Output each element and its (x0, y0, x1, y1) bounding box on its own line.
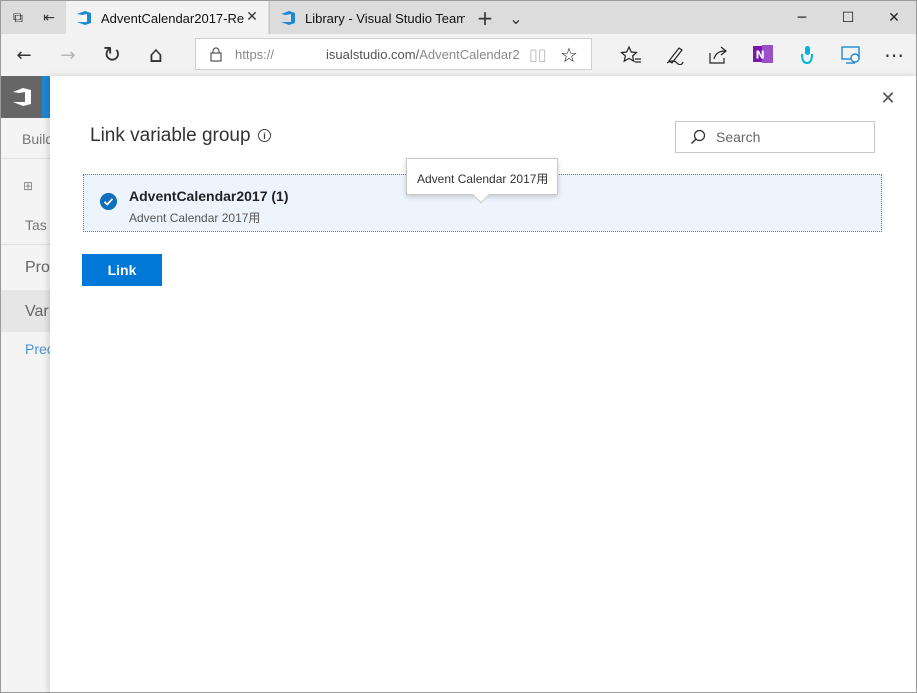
task-group-icon: ⊞ (23, 179, 34, 193)
url-text: isualstudio.com/AdventCalendar20 (326, 47, 520, 62)
tab-preview-icon[interactable]: ⧉ (8, 8, 28, 28)
url-prefix: https:// (235, 47, 275, 62)
divider (1, 244, 50, 245)
link-variable-group-panel: ✕ Link variable group i AdventCalendar20… (50, 76, 917, 693)
svg-text:N: N (756, 49, 765, 62)
description-tooltip: Advent Calendar 2017用 (406, 158, 558, 204)
search-input[interactable] (716, 127, 866, 147)
divider (1, 158, 50, 159)
tab-list-chevron-icon[interactable]: ⌄ (506, 8, 526, 28)
header-accent-stripe (42, 76, 50, 118)
onenote-icon[interactable]: N (752, 43, 774, 65)
tab-title: Library - Visual Studio Team (305, 10, 465, 26)
link-button[interactable]: Link (82, 254, 162, 286)
nav-build[interactable]: Build (22, 131, 50, 147)
nav-task-groups[interactable]: Tas (25, 217, 47, 233)
extension-screen-icon[interactable] (840, 44, 862, 66)
nav-preview-link[interactable]: Prec (25, 341, 50, 357)
refresh-button[interactable]: ↻ (96, 40, 128, 70)
nav-variables[interactable]: Var (25, 303, 49, 321)
url-path: AdventCalendar20 (419, 47, 520, 62)
back-button[interactable]: ← (8, 40, 40, 70)
panel-title: Link variable group (90, 125, 251, 146)
visual-studio-team-services-icon (77, 11, 91, 25)
new-tab-button[interactable]: + (475, 6, 495, 30)
tooltip-text: Advent Calendar 2017用 (417, 172, 549, 186)
tab-adventcalendar[interactable]: AdventCalendar2017-Re ✕ (66, 1, 268, 35)
variable-group-name: AdventCalendar2017 (1) (129, 188, 289, 204)
url-domain: isualstudio.com/ (326, 47, 420, 62)
underlying-page-sidebar: Build ⊞ Tas Pro Var Prec (0, 76, 50, 693)
tab-close-icon[interactable]: ✕ (244, 9, 260, 25)
favorite-star-icon[interactable]: ☆ (560, 43, 578, 67)
web-note-pen-icon[interactable] (665, 45, 685, 65)
browser-nav-bar: ← → ↻ ⌂ https:// isualstudio.com/AdventC… (0, 34, 917, 76)
forward-button[interactable]: → (52, 40, 84, 70)
search-icon (690, 129, 706, 145)
tab-library[interactable]: Library - Visual Studio Team (269, 1, 469, 35)
selected-check-icon[interactable] (100, 193, 117, 210)
search-box[interactable] (675, 121, 875, 153)
favorites-hub-icon[interactable] (620, 45, 642, 65)
vsts-header (1, 76, 50, 118)
panel-close-icon[interactable]: ✕ (878, 88, 898, 109)
browser-tab-bar: ⧉ ⇤ AdventCalendar2017-Re ✕ Library - Vi… (0, 0, 917, 35)
minimize-button[interactable]: ─ (779, 1, 825, 34)
variable-group-description: Advent Calendar 2017用 (129, 211, 261, 225)
address-bar[interactable]: https:// isualstudio.com/AdventCalendar2… (195, 38, 592, 70)
settings-more-icon[interactable]: ⋯ (878, 40, 910, 70)
set-aside-tabs-icon[interactable]: ⇤ (39, 8, 59, 28)
share-icon[interactable] (707, 45, 729, 65)
reading-view-icon[interactable]: ▯▯ (529, 45, 547, 64)
vsts-logo-icon[interactable] (11, 87, 33, 107)
home-button[interactable]: ⌂ (140, 40, 172, 70)
window-close-button[interactable]: ✕ (871, 1, 917, 34)
visual-studio-team-services-icon (281, 11, 295, 25)
info-icon[interactable]: i (258, 129, 271, 142)
maximize-button[interactable]: ☐ (825, 1, 871, 34)
tab-title: AdventCalendar2017-Re (101, 10, 245, 26)
nav-projects[interactable]: Pro (25, 259, 50, 277)
lock-icon (210, 47, 222, 62)
extension-mouse-icon[interactable] (797, 44, 817, 66)
